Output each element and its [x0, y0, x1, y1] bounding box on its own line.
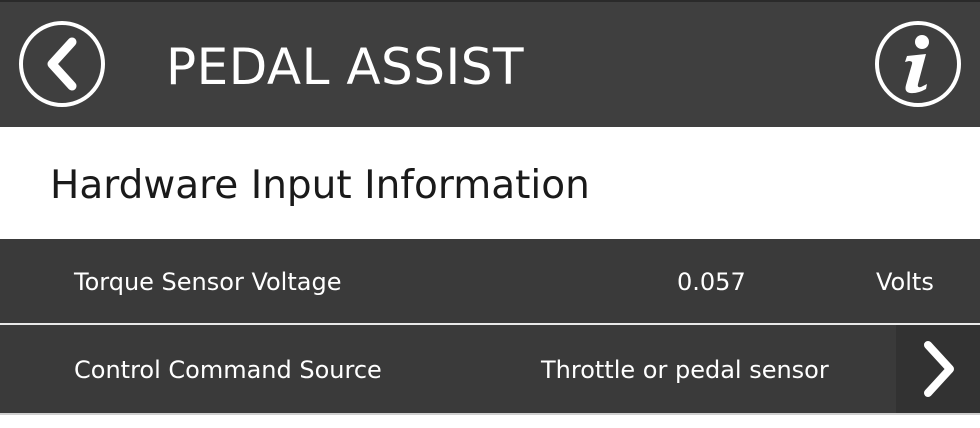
pedal-assist-screen: PEDAL ASSIST Hardware Input Information …	[0, 0, 980, 428]
back-button[interactable]	[19, 21, 105, 107]
control-source-open-button[interactable]	[896, 325, 980, 413]
torque-voltage-value: 0.057	[677, 268, 746, 296]
list-bottom-edge	[0, 413, 980, 428]
page-title: PEDAL ASSIST	[166, 38, 525, 96]
info-button[interactable]	[875, 21, 961, 107]
control-source-value: Throttle or pedal sensor	[541, 356, 829, 384]
control-command-source-row[interactable]: Control Command Source Throttle or pedal…	[0, 325, 980, 413]
app-header: PEDAL ASSIST	[0, 0, 980, 127]
info-icon	[905, 35, 929, 94]
chevron-right-icon	[924, 341, 954, 397]
row-label: Torque Sensor Voltage	[74, 268, 342, 296]
chevron-left-icon	[47, 37, 77, 91]
voltage-unit: Volts	[876, 268, 934, 296]
row-label: Control Command Source	[74, 356, 382, 384]
torque-sensor-voltage-row: Torque Sensor Voltage 0.057 Volts	[0, 239, 980, 323]
section-title: Hardware Input Information	[50, 163, 590, 208]
